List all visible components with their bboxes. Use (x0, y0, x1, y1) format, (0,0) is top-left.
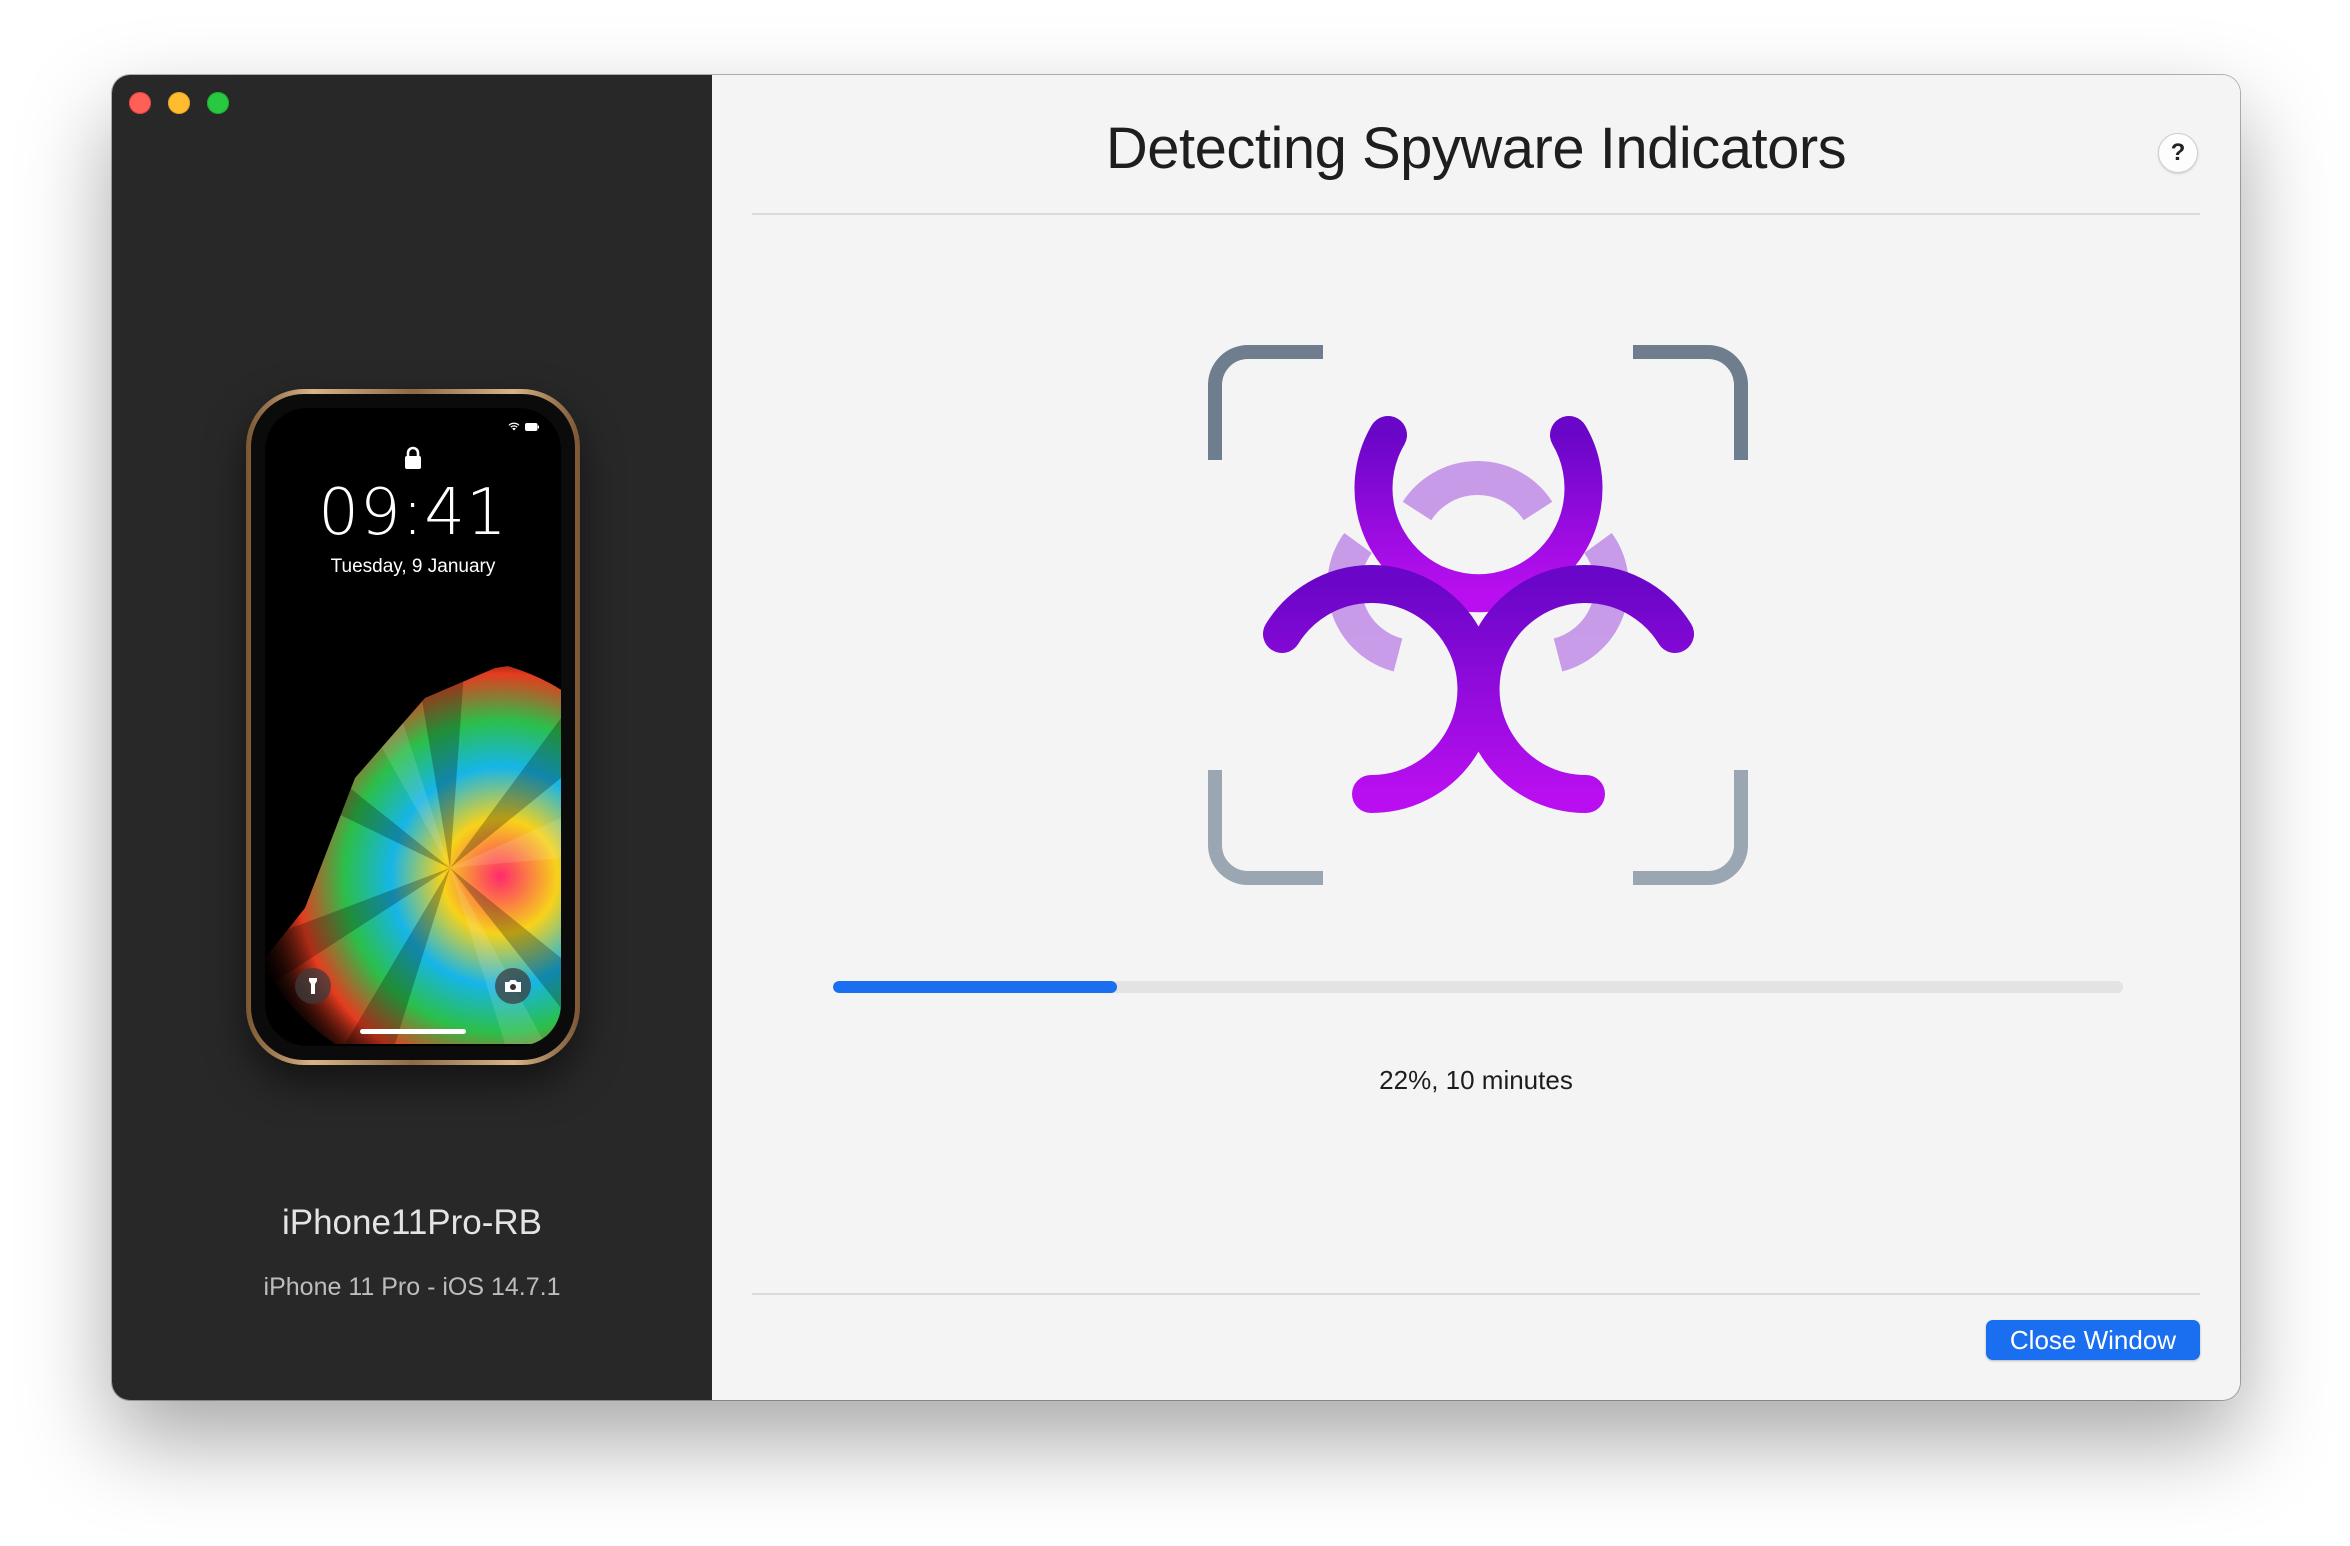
flashlight-icon (309, 978, 317, 994)
minimize-window-dot[interactable] (168, 92, 190, 114)
scan-panel: Detecting Spyware Indicators ? 22%, 10 m… (712, 75, 2240, 1400)
footer-divider (752, 1293, 2200, 1295)
phone-notch (334, 408, 492, 436)
status-bar-icons (508, 422, 539, 431)
lock-screen-date: Tuesday, 9 January (330, 556, 496, 577)
app-window: 09:41 Tuesday, 9 January iPhone11Pro-RB … (112, 75, 2240, 1400)
scan-progress-fill (833, 981, 1117, 993)
page-title: Detecting Spyware Indicators (1105, 116, 1847, 181)
header-divider (752, 213, 2200, 215)
scan-status-text: 22%, 10 minutes (1379, 1065, 1573, 1095)
lock-screen-time: 09:41 (318, 476, 508, 550)
device-image: 09:41 Tuesday, 9 January (246, 389, 580, 1065)
close-window-dot[interactable] (129, 92, 151, 114)
padlock-icon (405, 446, 421, 469)
home-indicator (360, 1029, 466, 1034)
camera-button[interactable] (495, 968, 531, 1004)
battery-icon (525, 422, 539, 431)
flashlight-button[interactable] (295, 968, 331, 1004)
close-window-button[interactable]: Close Window (1986, 1320, 2200, 1360)
phone-screen: 09:41 Tuesday, 9 January (265, 408, 561, 1046)
scan-progress-bar (833, 981, 2123, 993)
device-sidebar: 09:41 Tuesday, 9 January iPhone11Pro-RB … (112, 75, 712, 1400)
maximize-window-dot[interactable] (207, 92, 229, 114)
camera-icon (505, 980, 521, 992)
wifi-icon (508, 422, 520, 431)
device-model: iPhone 11 Pro - iOS 14.7.1 (263, 1273, 561, 1301)
phone-bezel: 09:41 Tuesday, 9 January (251, 394, 575, 1060)
help-button[interactable]: ? (2158, 133, 2198, 173)
window-controls (129, 92, 229, 114)
biohazard-icon (1208, 345, 1748, 885)
device-name: iPhone11Pro-RB (281, 1203, 543, 1242)
